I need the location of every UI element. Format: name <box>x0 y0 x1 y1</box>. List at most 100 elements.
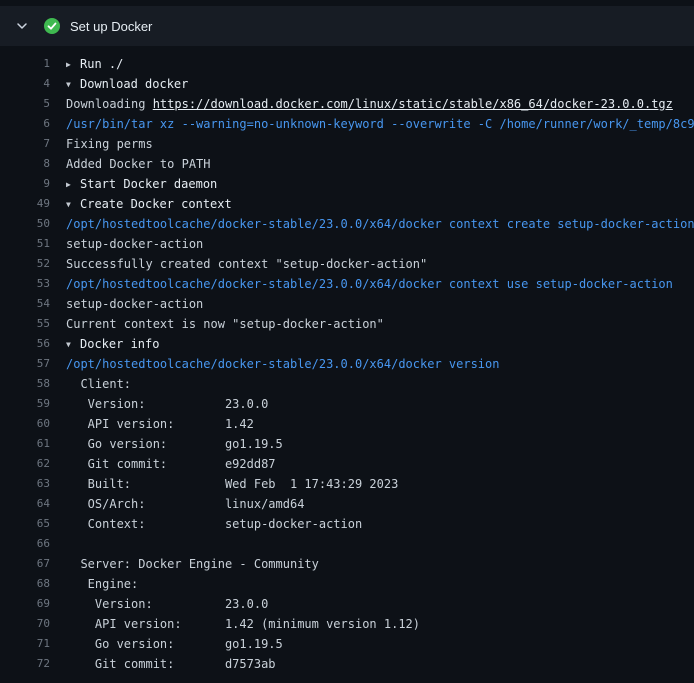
line-content: Version: 23.0.0 <box>50 394 694 414</box>
line-number[interactable]: 55 <box>0 314 50 334</box>
line-content: Added Docker to PATH <box>50 154 694 174</box>
line-content: Server: Docker Engine - Community <box>50 554 694 574</box>
log-text: Run ./ <box>80 57 123 71</box>
line-content: ▼Download docker <box>50 74 694 94</box>
log-line: 51setup-docker-action <box>0 234 694 254</box>
log-text: setup-docker-action <box>66 297 203 311</box>
log-line: 66 <box>0 534 694 554</box>
log-line: 8 Added Docker to PATH <box>0 154 694 174</box>
log-text: Version: 23.0.0 <box>66 397 268 411</box>
log-lines: 1▶Run ./4▼Download docker5Downloading ht… <box>0 46 694 674</box>
log-group-row[interactable]: 56▼Docker info <box>0 334 694 354</box>
chevron-down-icon[interactable]: ▼ <box>66 195 80 214</box>
log-text: Added Docker to PATH <box>66 157 211 171</box>
log-group-row[interactable]: 4▼Download docker <box>0 74 694 94</box>
log-line: 57/opt/hostedtoolcache/docker-stable/23.… <box>0 354 694 374</box>
line-number[interactable]: 54 <box>0 294 50 314</box>
line-content: /usr/bin/tar xz --warning=no-unknown-key… <box>50 114 694 134</box>
line-number[interactable]: 64 <box>0 494 50 514</box>
line-content: ▶Start Docker daemon <box>50 174 694 194</box>
log-text: Go version: go1.19.5 <box>66 437 283 451</box>
line-number[interactable]: 57 <box>0 354 50 374</box>
line-number[interactable]: 56 <box>0 334 50 354</box>
line-number[interactable]: 9 <box>0 174 50 194</box>
line-number[interactable]: 50 <box>0 214 50 234</box>
log-line: 65 Context: setup-docker-action <box>0 514 694 534</box>
line-number[interactable]: 61 <box>0 434 50 454</box>
log-text: Download docker <box>80 77 188 91</box>
chevron-down-icon[interactable] <box>16 20 30 32</box>
line-number[interactable]: 8 <box>0 154 50 174</box>
log-text: API version: 1.42 (minimum version 1.12) <box>66 617 420 631</box>
line-number[interactable]: 52 <box>0 254 50 274</box>
log-text: Current context is now "setup-docker-act… <box>66 317 384 331</box>
line-number[interactable]: 65 <box>0 514 50 534</box>
line-number[interactable]: 58 <box>0 374 50 394</box>
line-content: ▼Create Docker context <box>50 194 694 214</box>
line-number[interactable]: 53 <box>0 274 50 294</box>
log-text: /usr/bin/tar xz --warning=no-unknown-key… <box>66 117 694 131</box>
line-content: setup-docker-action <box>50 294 694 314</box>
line-number[interactable]: 68 <box>0 574 50 594</box>
line-content: Current context is now "setup-docker-act… <box>50 314 694 334</box>
log-line: 52 Successfully created context "setup-do… <box>0 254 694 274</box>
line-number[interactable]: 66 <box>0 534 50 554</box>
log-text: Fixing perms <box>66 137 153 151</box>
log-line: 60 API version: 1.42 <box>0 414 694 434</box>
line-number[interactable]: 67 <box>0 554 50 574</box>
line-content: OS/Arch: linux/amd64 <box>50 494 694 514</box>
log-link[interactable]: https://download.docker.com/linux/static… <box>153 97 673 111</box>
log-group-row[interactable]: 9▶Start Docker daemon <box>0 174 694 194</box>
log-text: Successfully created context "setup-dock… <box>66 257 427 271</box>
chevron-down-icon[interactable]: ▼ <box>66 75 80 94</box>
line-content: ▼Docker info <box>50 334 694 354</box>
step-header[interactable]: Set up Docker <box>0 6 694 46</box>
log-line: 7 Fixing perms <box>0 134 694 154</box>
log-line: 71 Go version: go1.19.5 <box>0 634 694 654</box>
line-content: Git commit: d7573ab <box>50 654 694 674</box>
log-line: 6/usr/bin/tar xz --warning=no-unknown-ke… <box>0 114 694 134</box>
log-text: Create Docker context <box>80 197 232 211</box>
log-text: Version: 23.0.0 <box>66 597 268 611</box>
line-number[interactable]: 1 <box>0 54 50 74</box>
line-content: /opt/hostedtoolcache/docker-stable/23.0.… <box>50 214 694 234</box>
log-line: 69 Version: 23.0.0 <box>0 594 694 614</box>
line-number[interactable]: 4 <box>0 74 50 94</box>
line-content: Successfully created context "setup-dock… <box>50 254 694 274</box>
line-number[interactable]: 5 <box>0 94 50 114</box>
log-text: OS/Arch: linux/amd64 <box>66 497 304 511</box>
log-group-row[interactable]: 49▼Create Docker context <box>0 194 694 214</box>
chevron-down-icon[interactable]: ▼ <box>66 335 80 354</box>
line-number[interactable]: 72 <box>0 654 50 674</box>
line-number[interactable]: 62 <box>0 454 50 474</box>
log-line: 72 Git commit: d7573ab <box>0 654 694 674</box>
log-text: Engine: <box>66 577 138 591</box>
log-line: 54 setup-docker-action <box>0 294 694 314</box>
log-group-row[interactable]: 1 ▶Run ./ <box>0 54 694 74</box>
log-text: Built: Wed Feb 1 17:43:29 2023 <box>66 477 398 491</box>
line-number[interactable]: 70 <box>0 614 50 634</box>
line-content: setup-docker-action <box>50 234 694 254</box>
log-text: Git commit: d7573ab <box>66 657 276 671</box>
chevron-right-icon[interactable]: ▶ <box>66 175 80 194</box>
log-line: 5Downloading https://download.docker.com… <box>0 94 694 114</box>
line-number[interactable]: 60 <box>0 414 50 434</box>
log-line: 67 Server: Docker Engine - Community <box>0 554 694 574</box>
line-content: Built: Wed Feb 1 17:43:29 2023 <box>50 474 694 494</box>
line-number[interactable]: 59 <box>0 394 50 414</box>
line-number[interactable]: 71 <box>0 634 50 654</box>
line-number[interactable]: 49 <box>0 194 50 214</box>
check-circle-icon <box>44 18 60 34</box>
line-number[interactable]: 69 <box>0 594 50 614</box>
log-line: 59 Version: 23.0.0 <box>0 394 694 414</box>
line-content: Git commit: e92dd87 <box>50 454 694 474</box>
log-text: /opt/hostedtoolcache/docker-stable/23.0.… <box>66 217 694 231</box>
line-number[interactable]: 7 <box>0 134 50 154</box>
step-title: Set up Docker <box>70 19 152 34</box>
line-content: Engine: <box>50 574 694 594</box>
line-number[interactable]: 6 <box>0 114 50 134</box>
chevron-right-icon[interactable]: ▶ <box>66 55 80 74</box>
line-number[interactable]: 51 <box>0 234 50 254</box>
line-number[interactable]: 63 <box>0 474 50 494</box>
log-line: 68 Engine: <box>0 574 694 594</box>
